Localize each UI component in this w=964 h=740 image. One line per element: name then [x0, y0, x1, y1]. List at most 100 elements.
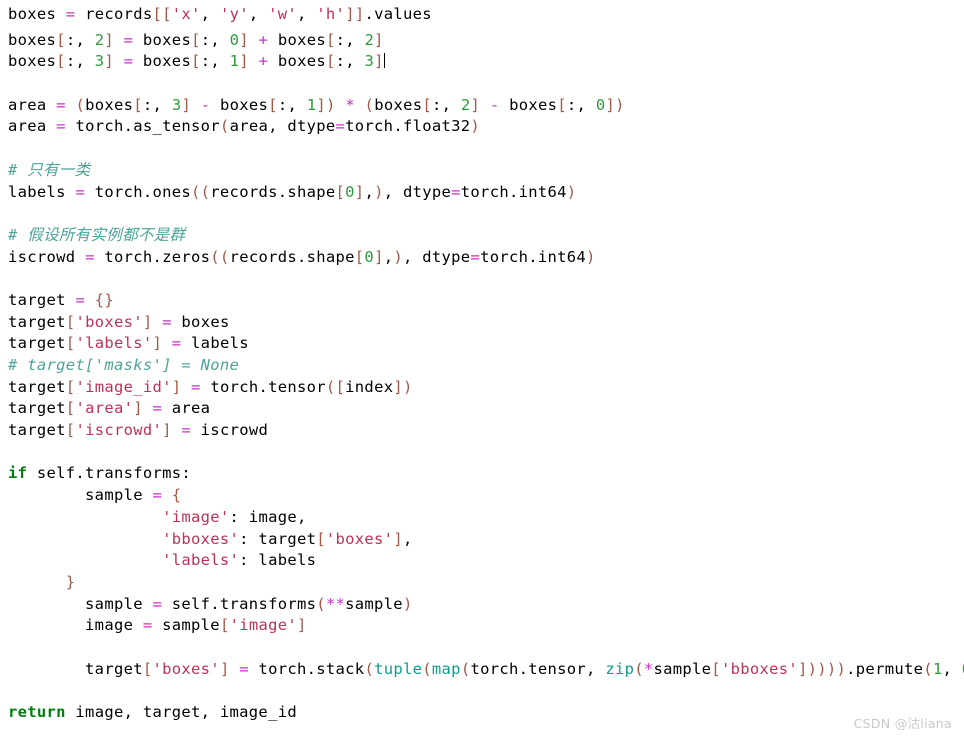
- code-token-bracket: [: [56, 30, 66, 49]
- code-line[interactable]: 'labels': labels: [0, 550, 964, 572]
- code-token-string: 'h': [316, 5, 346, 23]
- code-line[interactable]: boxes[:, 3] = boxes[:, 1] + boxes[:, 3]: [0, 51, 964, 73]
- code-token-bracket: ]: [171, 377, 182, 396]
- code-line[interactable]: target['labels'] = labels: [0, 333, 964, 355]
- code-line[interactable]: return image, target, image_id: [0, 702, 964, 724]
- code-line[interactable]: image = sample['image']: [0, 615, 964, 637]
- code-token-bracket: [: [316, 529, 326, 548]
- code-token-plain: target: [8, 659, 143, 678]
- code-token-bracket: (: [634, 659, 644, 678]
- code-line[interactable]: [0, 73, 964, 95]
- code-token-plain: iscrowd: [191, 421, 269, 440]
- code-token-operator: =: [85, 247, 95, 266]
- code-line[interactable]: labels = torch.ones((records.shape[0],),…: [0, 182, 964, 204]
- code-line[interactable]: [0, 442, 964, 464]
- code-token-builtin: zip: [605, 659, 635, 678]
- code-token-bracket: ]: [374, 30, 384, 49]
- code-token-operator: +: [258, 52, 269, 71]
- code-line[interactable]: 'image': image,: [0, 507, 964, 529]
- code-line[interactable]: sample = self.transforms(**sample): [0, 594, 964, 616]
- code-line[interactable]: area = (boxes[:, 3] - boxes[:, 1]) * (bo…: [0, 95, 964, 117]
- code-token-comment: # 假设所有实例都不是群: [8, 225, 186, 244]
- code-line[interactable]: target['iscrowd'] = iscrowd: [0, 420, 964, 442]
- code-token-plain: torch.stack: [248, 659, 365, 678]
- code-line[interactable]: iscrowd = torch.zeros((records.shape[0],…: [0, 247, 964, 269]
- code-token-plain: target: [8, 421, 66, 440]
- code-line[interactable]: # 假设所有实例都不是群: [0, 225, 964, 247]
- code-editor[interactable]: boxes = records[['x', 'y', 'w', 'h']].va…: [0, 0, 964, 740]
- code-token-plain: sample: [152, 616, 220, 635]
- code-token-string: 'area': [75, 399, 134, 418]
- code-line[interactable]: boxes = records[['x', 'y', 'w', 'h']].va…: [0, 0, 964, 30]
- code-token-operator: =: [239, 659, 249, 678]
- code-token-plain: self.transforms:: [27, 464, 192, 483]
- code-token-plain: ,: [942, 659, 962, 678]
- code-token-plain: iscrowd: [8, 247, 86, 266]
- code-line[interactable]: target['boxes'] = boxes: [0, 312, 964, 334]
- code-token-operator: =: [451, 182, 461, 201]
- code-token-plain: :,: [65, 30, 95, 49]
- code-token-bracket: [: [65, 312, 76, 331]
- code-token-plain: boxes: [133, 30, 192, 49]
- code-line[interactable]: [0, 637, 964, 659]
- code-token-bracket: ]: [142, 312, 153, 331]
- code-token-operator: =: [65, 5, 76, 23]
- code-line[interactable]: [0, 268, 964, 290]
- code-token-plain: :,: [142, 95, 172, 114]
- code-token-plain: sample: [653, 659, 712, 678]
- code-token-plain: :,: [200, 30, 230, 49]
- code-line[interactable]: if self.transforms:: [0, 463, 964, 485]
- code-token-bracket: [: [335, 182, 346, 201]
- code-token-string: 'boxes': [75, 312, 143, 331]
- code-line[interactable]: sample = {: [0, 485, 964, 507]
- code-token-plain: boxes: [8, 5, 66, 23]
- code-line[interactable]: [0, 680, 964, 702]
- code-line[interactable]: }: [0, 572, 964, 594]
- code-token-bracket: ]: [162, 421, 172, 440]
- code-line[interactable]: # target['masks'] = None: [0, 355, 964, 377]
- code-token-plain: target: [8, 377, 66, 396]
- code-line[interactable]: [0, 203, 964, 225]
- code-token-bracket: (: [316, 594, 326, 613]
- code-token-operator: =: [152, 486, 163, 505]
- code-token-plain: area: [8, 117, 57, 136]
- code-token-plain: : image,: [229, 507, 307, 526]
- code-line[interactable]: boxes[:, 2] = boxes[:, 0] + boxes[:, 2]: [0, 30, 964, 52]
- code-token-bracket: ([: [325, 377, 346, 396]
- code-line[interactable]: target['boxes'] = torch.stack(tuple(map(…: [0, 659, 964, 681]
- code-line[interactable]: 'bboxes': target['boxes'],: [0, 529, 964, 551]
- code-line[interactable]: area = torch.as_tensor(area, dtype=torch…: [0, 116, 964, 138]
- code-line[interactable]: target = {}: [0, 290, 964, 312]
- code-token-number: 0: [229, 30, 240, 49]
- code-token-bracket: {}: [94, 290, 114, 309]
- code-token-string: 'bboxes': [720, 659, 798, 678]
- code-token-number: 3: [364, 52, 375, 71]
- text-cursor: [383, 53, 385, 69]
- code-token-operator: =: [191, 377, 201, 396]
- code-token-plain: boxes: [171, 312, 230, 331]
- code-token-builtin: tuple: [374, 659, 423, 678]
- code-token-bracket: ]: [374, 52, 384, 71]
- code-token-bracket: [: [65, 377, 76, 396]
- code-token-bracket: ]))): [798, 659, 837, 678]
- code-token-plain: torch.as_tensor: [65, 117, 220, 136]
- code-line[interactable]: target['image_id'] = torch.tensor([index…: [0, 377, 964, 399]
- code-line[interactable]: # 只有一类: [0, 160, 964, 182]
- code-token-string: 'image': [229, 616, 298, 635]
- code-token-bracket: [[: [152, 5, 172, 23]
- code-token-bracket: [: [65, 334, 76, 353]
- code-token-builtin: map: [431, 659, 461, 678]
- code-token-bracket: ]: [104, 52, 114, 71]
- code-token-bracket: [: [219, 616, 230, 635]
- code-token-plain: labels: [181, 334, 249, 353]
- code-line[interactable]: target['area'] = area: [0, 398, 964, 420]
- code-token-number: 3: [94, 52, 105, 71]
- code-token-operator: =: [75, 182, 86, 201]
- code-token-number: 2: [364, 30, 375, 49]
- code-line[interactable]: [0, 138, 964, 160]
